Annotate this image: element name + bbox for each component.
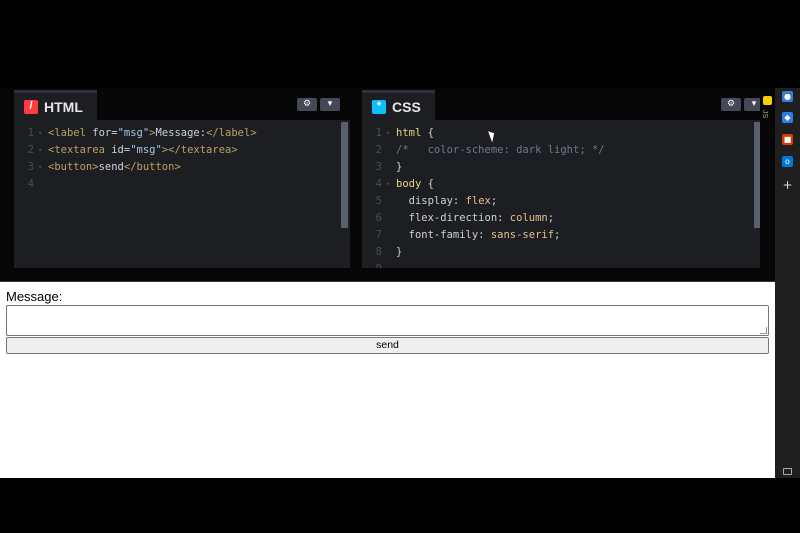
preview-send-button[interactable]: send	[6, 337, 769, 354]
css-code-line[interactable]: 2 /* color-scheme: dark light; */	[362, 141, 774, 158]
code-token: ;	[547, 211, 555, 224]
outlook-icon[interactable]: o	[782, 156, 793, 167]
tab-js-collapsed[interactable]: JS	[760, 88, 775, 268]
html-code-line[interactable]: 4	[14, 175, 350, 192]
html-code-line[interactable]: 3 ▾ <button> send </button>	[14, 158, 350, 175]
code-token: {	[427, 177, 434, 190]
fold-marker-icon: ▾	[386, 128, 391, 137]
code-token: send	[98, 160, 124, 173]
html-code-line[interactable]: 1 ▾ <label for= "msg" > Message: </label>	[14, 124, 350, 141]
code-token: {	[427, 126, 434, 139]
line-number: 1	[375, 126, 382, 139]
sidebar-settings-icon[interactable]	[783, 468, 792, 475]
code-token: "msg"	[117, 126, 150, 139]
code-token: ></textarea>	[161, 143, 238, 156]
tab-html-label: HTML	[44, 98, 83, 115]
code-token: <textarea	[48, 143, 112, 156]
html-editor-scrollbar[interactable]	[341, 122, 348, 228]
fold-marker-icon: ▾	[38, 128, 43, 137]
browser-sidebar: ● ◆ ■ o +	[775, 88, 800, 478]
html-editor-controls: ⚙ ▾	[297, 98, 340, 111]
code-token: /* color-scheme: dark light; */	[396, 143, 605, 156]
code-token: <label	[48, 126, 93, 139]
code-token: <button>	[48, 160, 99, 173]
css-code-line[interactable]: 4 ▾ body {	[362, 175, 774, 192]
code-token: </label>	[206, 126, 257, 139]
css-editor-controls: ⚙ ▾	[721, 98, 764, 111]
pane-resize-divider[interactable]	[0, 268, 775, 282]
line-number: 3	[375, 160, 382, 173]
line-number: 5	[375, 194, 382, 207]
gear-icon: ⚙	[302, 99, 312, 109]
line-number: 8	[375, 245, 382, 258]
preview-message-label: Message:	[6, 289, 63, 304]
line-number: 4	[375, 177, 382, 190]
tab-html[interactable]: / HTML	[14, 90, 97, 120]
chevron-down-icon: ▾	[327, 99, 333, 109]
code-token: flex	[465, 194, 491, 207]
css-code-area[interactable]: 1 ▾ html {2 /* color-scheme: dark light; */…	[362, 120, 774, 269]
shopping-icon[interactable]: ◆	[782, 112, 793, 123]
line-number: 6	[375, 211, 382, 224]
add-sidebar-app-icon[interactable]: +	[782, 179, 793, 191]
line-number: 1	[27, 126, 34, 139]
editor-panes: / HTML ⚙ ▾ 1 ▾ <label for= "msg" > Message: </…	[0, 88, 775, 268]
code-token: html	[396, 126, 428, 139]
code-token: Message:	[155, 126, 207, 139]
code-token: }	[396, 245, 403, 258]
code-token: ;	[554, 228, 561, 241]
css-editor[interactable]: * CSS ⚙ ▾ 1 ▾ html {2 /* color-scheme: dark…	[362, 88, 774, 268]
html-slash-icon: /	[24, 99, 38, 114]
code-token: sans-serif	[490, 228, 555, 241]
fold-marker-icon: ▾	[38, 162, 43, 171]
css-asterisk-icon: *	[372, 99, 386, 114]
result-preview: Message: send	[0, 282, 775, 478]
chevron-down-icon: ▾	[751, 99, 757, 109]
office-icon[interactable]: ■	[782, 134, 793, 145]
line-number: 7	[375, 228, 382, 241]
code-token: font-family:	[396, 228, 491, 241]
css-settings-button[interactable]: ⚙	[721, 98, 741, 111]
line-number: 4	[27, 177, 34, 190]
line-number: 2	[375, 143, 382, 156]
code-token: flex-direction:	[396, 211, 510, 224]
html-editor-header: / HTML ⚙ ▾	[14, 88, 350, 120]
code-token: "msg"	[130, 143, 162, 156]
css-code-line[interactable]: 7 font-family: sans-serif;	[362, 226, 774, 243]
tab-css[interactable]: * CSS	[362, 90, 435, 120]
tab-js-label: JS	[761, 110, 768, 119]
css-code-line[interactable]: 6 flex-direction: column;	[362, 209, 774, 226]
css-code-line[interactable]: 8}	[362, 243, 774, 260]
codepen-workspace: / HTML ⚙ ▾ 1 ▾ <label for= "msg" > Message: </…	[0, 88, 800, 478]
html-code-line[interactable]: 2 ▾ <textarea id= "msg" ></textarea>	[14, 141, 350, 158]
code-token: for=	[92, 126, 118, 139]
html-editor[interactable]: / HTML ⚙ ▾ 1 ▾ <label for= "msg" > Message: </…	[14, 88, 350, 268]
css-editor-header: * CSS ⚙ ▾	[362, 88, 774, 120]
css-code-line[interactable]: 3}	[362, 158, 774, 175]
fold-marker-icon: ▾	[38, 145, 43, 154]
preview-message-textarea[interactable]	[6, 305, 769, 336]
css-code-line[interactable]: 1 ▾ html {	[362, 124, 774, 141]
tab-css-label: CSS	[392, 98, 421, 115]
code-token: body	[396, 177, 428, 190]
code-token: }	[396, 160, 403, 173]
css-code-line[interactable]: 9	[362, 260, 774, 269]
code-token: column	[509, 211, 548, 224]
line-number: 2	[27, 143, 34, 156]
html-code-area[interactable]: 1 ▾ <label for= "msg" > Message: </label> 2 ▾ <te…	[14, 120, 350, 268]
code-token: </button>	[123, 160, 181, 173]
fold-marker-icon: ▾	[386, 179, 391, 188]
code-token: id=	[111, 143, 131, 156]
html-settings-button[interactable]: ⚙	[297, 98, 317, 111]
code-token: ;	[490, 194, 498, 207]
code-token: display:	[396, 194, 466, 207]
html-collapse-button[interactable]: ▾	[320, 98, 340, 111]
copilot-icon[interactable]: ●	[782, 91, 793, 102]
css-code-line[interactable]: 5 display: flex;	[362, 192, 774, 209]
line-number: 3	[27, 160, 34, 173]
gear-icon: ⚙	[726, 99, 736, 109]
js-icon	[763, 96, 772, 105]
